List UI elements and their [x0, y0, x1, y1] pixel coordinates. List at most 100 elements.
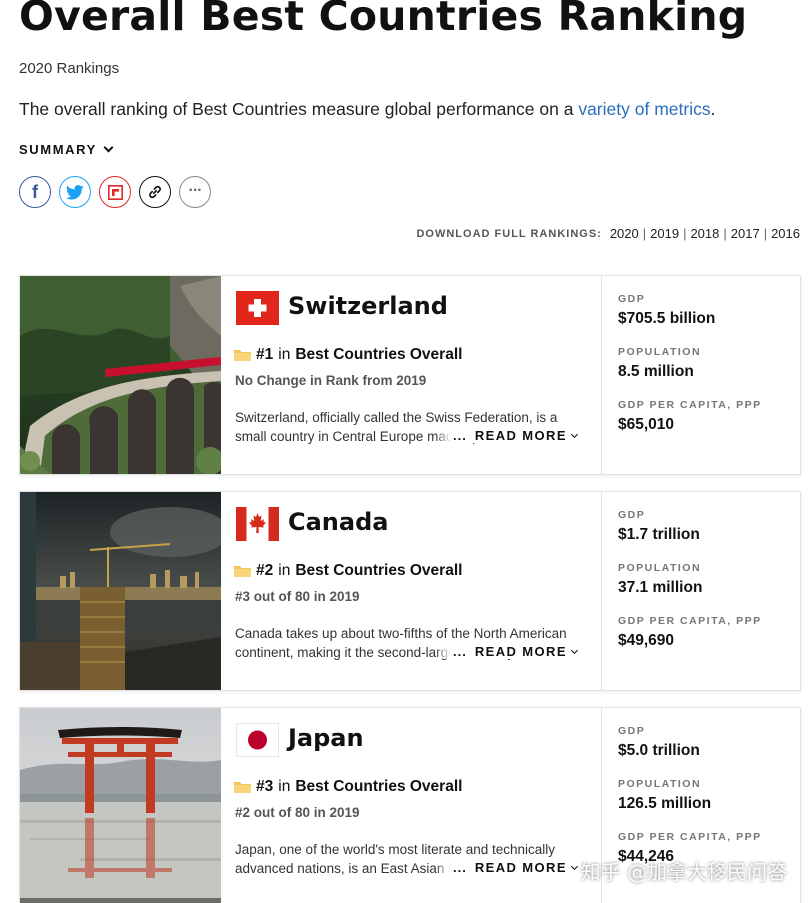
switzerland-flag-icon — [236, 291, 279, 325]
chevron-down-icon — [570, 646, 578, 655]
rank-category: Best Countries Overall — [295, 562, 463, 579]
chevron-down-icon — [570, 862, 578, 871]
more-icon: ··· — [188, 182, 203, 199]
summary-toggle[interactable]: SUMMARY — [19, 142, 114, 157]
card-main: Switzerland #1 in Best Countries Overall… — [221, 276, 601, 474]
rank-in: in — [278, 562, 291, 579]
download-2016-link[interactable]: 2016 — [771, 226, 800, 241]
chevron-down-icon — [570, 430, 578, 439]
stat-label: GDP — [618, 293, 646, 305]
intro-text-start: The overall ranking of Best Countries me… — [19, 99, 579, 119]
country-card-canada[interactable]: Canada #2 in Best Countries Overall #3 o… — [19, 491, 801, 691]
twitter-icon — [66, 184, 84, 199]
rank-number: #2 — [256, 562, 274, 579]
switzerland-photo[interactable] — [20, 276, 221, 474]
country-stats: GDP $705.5 billion POPULATION 8.5 millio… — [601, 276, 800, 474]
stat-gdp: GDP $1.7 trillion — [618, 509, 700, 544]
twitter-share-button[interactable] — [59, 176, 91, 208]
rank-change: #2 out of 80 in 2019 — [235, 805, 360, 820]
rank-badge-icon — [234, 566, 251, 577]
stat-population: POPULATION 37.1 million — [618, 562, 702, 597]
japan-flag-icon — [236, 723, 279, 757]
download-2019-link[interactable]: 2019 — [650, 226, 679, 241]
stat-gdp-per-capita: GDP PER CAPITA, PPP $65,010 — [618, 399, 762, 434]
read-more-button[interactable]: ... READ MORE — [435, 644, 578, 659]
separator: | — [683, 226, 687, 241]
separator: | — [642, 226, 647, 241]
read-more-button[interactable]: ... READ MORE — [435, 860, 578, 875]
stat-value: $5.0 trillion — [618, 742, 700, 759]
rank-in: in — [278, 346, 291, 363]
japan-photo[interactable] — [20, 708, 221, 903]
intro-text-end: . — [710, 99, 716, 119]
flipboard-icon — [107, 184, 123, 200]
stat-label: POPULATION — [618, 778, 702, 790]
stat-value: $1.7 trillion — [618, 526, 700, 543]
country-name[interactable]: Switzerland — [288, 292, 448, 320]
card-main: Canada #2 in Best Countries Overall #3 o… — [221, 492, 601, 690]
share-buttons: f ··· — [19, 176, 211, 208]
copy-link-button[interactable] — [139, 176, 171, 208]
stat-gdp: GDP $705.5 billion — [618, 293, 715, 328]
rank-badge-icon — [234, 350, 251, 361]
ellipsis: ... — [453, 428, 467, 443]
canada-photo[interactable] — [20, 492, 221, 690]
stat-population: POPULATION 8.5 million — [618, 346, 701, 381]
canada-flag-icon — [236, 507, 279, 541]
rank-badge-icon — [234, 782, 251, 793]
download-2017-link[interactable]: 2017 — [731, 226, 760, 241]
stat-gdp: GDP $5.0 trillion — [618, 725, 700, 760]
download-2020-link[interactable]: 2020 — [610, 226, 639, 241]
stat-label: GDP — [618, 509, 646, 521]
stat-label: GDP PER CAPITA, PPP — [618, 399, 762, 411]
ellipsis: ... — [453, 860, 467, 875]
read-more-label: READ MORE — [474, 428, 567, 443]
country-stats: GDP $1.7 trillion POPULATION 37.1 millio… — [601, 492, 800, 690]
stat-value: $705.5 billion — [618, 310, 716, 327]
intro-text: The overall ranking of Best Countries me… — [19, 99, 715, 120]
stat-label: GDP — [618, 725, 646, 737]
download-2018-link[interactable]: 2018 — [690, 226, 719, 241]
country-card-switzerland[interactable]: Switzerland #1 in Best Countries Overall… — [19, 275, 801, 475]
read-more-label: READ MORE — [474, 860, 567, 875]
ellipsis: ... — [453, 644, 467, 659]
separator: | — [723, 226, 727, 241]
read-more-button[interactable]: ... READ MORE — [435, 428, 578, 443]
watermark: 知乎 @加拿大移民问答 — [580, 860, 787, 884]
stat-label: GDP PER CAPITA, PPP — [618, 615, 762, 627]
read-more-label: READ MORE — [474, 644, 567, 659]
country-name[interactable]: Canada — [288, 508, 388, 536]
chevron-down-icon — [103, 142, 114, 153]
card-main: Japan #3 in Best Countries Overall #2 ou… — [221, 708, 601, 903]
country-name[interactable]: Japan — [288, 724, 364, 752]
rank-number: #1 — [256, 346, 274, 363]
rankings-year-label: 2020 Rankings — [19, 60, 120, 77]
rank-category: Best Countries Overall — [295, 778, 463, 795]
summary-label: SUMMARY — [19, 142, 97, 157]
rank-change: #3 out of 80 in 2019 — [235, 589, 360, 604]
rank-in: in — [278, 778, 291, 795]
stat-label: POPULATION — [618, 562, 702, 574]
stat-value: $65,010 — [618, 416, 675, 433]
download-rankings: DOWNLOAD FULL RANKINGS: 2020 | 2019 | 20… — [416, 226, 800, 241]
stat-gdp-per-capita: GDP PER CAPITA, PPP $49,690 — [618, 615, 762, 650]
rank-number: #3 — [256, 778, 274, 795]
facebook-icon: f — [32, 181, 38, 202]
rank-line: #1 in Best Countries Overall — [234, 346, 462, 364]
page-title: Overall Best Countries Ranking — [19, 0, 748, 40]
stat-label: GDP PER CAPITA, PPP — [618, 831, 762, 843]
rank-line: #3 in Best Countries Overall — [234, 778, 462, 796]
stat-population: POPULATION 126.5 million — [618, 778, 711, 813]
facebook-share-button[interactable]: f — [19, 176, 51, 208]
flipboard-share-button[interactable] — [99, 176, 131, 208]
stat-value: 126.5 million — [618, 795, 712, 812]
link-icon — [149, 185, 161, 199]
more-share-options-button[interactable]: ··· — [179, 176, 211, 208]
rank-line: #2 in Best Countries Overall — [234, 562, 462, 580]
variety-of-metrics-link[interactable]: variety of metrics — [578, 99, 710, 119]
stat-value: $49,690 — [618, 632, 675, 649]
separator: | — [763, 226, 768, 241]
rank-category: Best Countries Overall — [295, 346, 463, 363]
download-rankings-label: DOWNLOAD FULL RANKINGS: — [416, 227, 602, 240]
stat-value: 37.1 million — [618, 579, 703, 596]
